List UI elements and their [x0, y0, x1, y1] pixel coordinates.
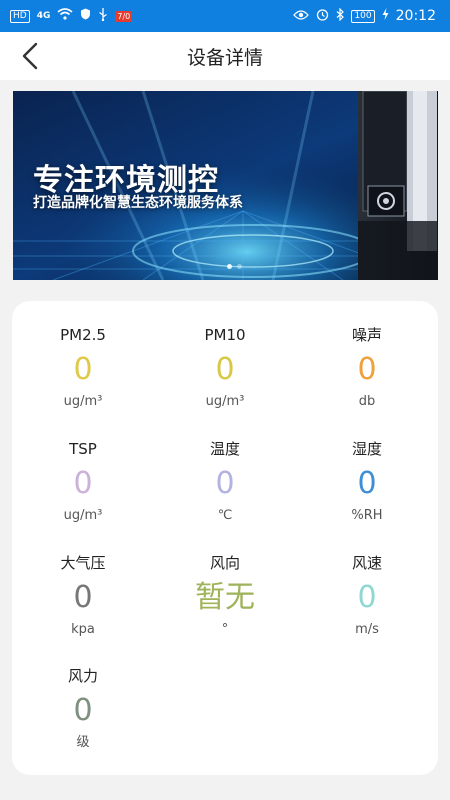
- back-button[interactable]: [18, 42, 44, 70]
- status-bar: HD 4G 7/0 100 20:12: [0, 0, 450, 32]
- carousel-dot-1[interactable]: [227, 264, 232, 269]
- metric-label: 噪声: [351, 326, 382, 344]
- signal-icon: 4G: [36, 11, 51, 21]
- metric-unit: ug/m³: [63, 508, 103, 523]
- notification-badge: 7/0: [115, 10, 133, 22]
- banner-carousel[interactable]: 专注环境测控 打造品牌化智慧生态环境服务体系: [13, 91, 438, 280]
- metrics-card: PM2.5 0 ug/m³ PM10 0 ug/m³ 噪声 0 db TSP 0 ug/m³ 温度 0 ℃ 湿…: [12, 301, 438, 775]
- battery-icon: 100: [351, 9, 375, 23]
- metric-item: 风力 0 级: [12, 666, 154, 752]
- charging-icon: [382, 8, 389, 24]
- metric-unit: ℃: [217, 508, 233, 523]
- wifi-icon: [57, 8, 73, 24]
- metric-unit: ug/m³: [63, 394, 103, 409]
- status-left: HD 4G 7/0: [10, 7, 133, 25]
- metric-unit: °: [221, 622, 229, 637]
- metric-label: 湿度: [351, 440, 382, 458]
- status-right: 100 20:12: [293, 7, 436, 25]
- bluetooth-icon: [336, 7, 345, 25]
- metric-label: 风向: [209, 554, 240, 572]
- metric-item: 温度 0 ℃: [154, 439, 296, 525]
- chevron-left-icon: [22, 42, 38, 70]
- eye-icon: [293, 9, 310, 24]
- metric-item: 湿度 0 %RH: [296, 439, 438, 525]
- metric-unit: kpa: [71, 622, 95, 637]
- metric-label: 大气压: [60, 554, 106, 572]
- metric-value: 0: [357, 580, 377, 615]
- metric-value: 0: [73, 580, 93, 615]
- metric-item: 风速 0 m/s: [296, 553, 438, 639]
- metric-value: 0: [73, 352, 93, 387]
- metric-item: 噪声 0 db: [296, 325, 438, 411]
- metric-label: TSP: [69, 440, 97, 458]
- metric-value: 0: [357, 466, 377, 501]
- metric-value: 0: [73, 466, 93, 501]
- usb-icon: [98, 7, 108, 25]
- metric-unit: db: [358, 394, 376, 409]
- metric-value: 暂无: [195, 580, 255, 615]
- banner-subtitle: 打造品牌化智慧生态环境服务体系: [33, 195, 243, 211]
- metric-item: PM2.5 0 ug/m³: [12, 325, 154, 411]
- hd-icon: HD: [10, 9, 30, 23]
- metric-value: 0: [215, 352, 235, 387]
- carousel-indicator: [227, 264, 242, 269]
- metric-value: 0: [215, 466, 235, 501]
- page-title: 设备详情: [186, 46, 263, 69]
- metric-unit: m/s: [355, 622, 379, 637]
- nav-bar: 设备详情: [0, 32, 450, 80]
- shield-icon: [80, 8, 91, 24]
- metric-label: PM10: [204, 326, 246, 344]
- metric-item: TSP 0 ug/m³: [12, 439, 154, 525]
- metric-label: PM2.5: [60, 326, 106, 344]
- metric-item: PM10 0 ug/m³: [154, 325, 296, 411]
- metric-label: 风力: [67, 667, 98, 685]
- alarm-icon: [316, 8, 329, 25]
- metric-value: 0: [357, 352, 377, 387]
- metric-unit: ug/m³: [205, 394, 245, 409]
- clock: 20:12: [395, 8, 436, 24]
- metric-unit: 级: [76, 735, 90, 750]
- metric-item: 风向暂无 °: [154, 553, 296, 639]
- metric-value: 0: [73, 693, 93, 728]
- metric-label: 温度: [209, 440, 240, 458]
- carousel-dot-2[interactable]: [237, 264, 242, 269]
- metric-item: 大气压 0 kpa: [12, 553, 154, 639]
- metric-label: 风速: [351, 554, 382, 572]
- metric-unit: %RH: [351, 508, 383, 523]
